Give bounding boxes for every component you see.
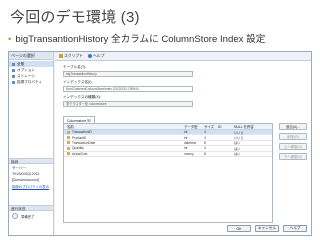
toolbar: スクリプト ヘルプ [55, 52, 311, 61]
connection-section: 接続 サーバー: YKUNO\SQL2012 [Domain\Account] … [9, 158, 53, 190]
move-up-button[interactable]: 上へ移動(U) [279, 143, 307, 150]
script-icon [59, 54, 63, 58]
move-down-button[interactable]: 下へ移動(D) [279, 153, 307, 160]
index-type-field: 非クラスター化 columnstore [63, 101, 193, 107]
progress-status: 準備完了 [9, 211, 53, 221]
column-key-icon [67, 141, 70, 145]
progress-section: 進行状況 準備完了 [9, 205, 53, 221]
slide-title: 今回のデモ環境 (3) [10, 9, 140, 26]
table-name-field: bigTransactionHistory [63, 71, 193, 77]
script-button[interactable]: スクリプト [59, 54, 83, 59]
page-icon [12, 80, 15, 84]
col-header-id: ID [218, 124, 222, 129]
column-key-icon [67, 130, 70, 134]
column-key-icon [67, 136, 70, 140]
nav-item-extended-properties[interactable]: 拡張プロパティ [9, 79, 53, 85]
page-icon [12, 62, 15, 66]
bullet-text: bigTransantionHistory 全カラムに ColumnStore … [15, 34, 266, 45]
dialog-buttons: OK キャンセル ヘルプ [227, 225, 307, 232]
column-action-buttons: 追加(A)... 削除(R) 上へ移動(U) 下へ移動(D) [279, 123, 307, 160]
page-selector-header: ページの選択 [9, 52, 53, 60]
col-header-size: サイズ [204, 125, 215, 129]
index-type-label: インデックスの種類(X): [63, 95, 102, 99]
table-row[interactable]: ActualCost money 8 はい [64, 152, 272, 157]
column-key-icon [67, 146, 70, 150]
bullet-dot: • [8, 34, 12, 45]
general-page: スクリプト ヘルプ テーブル名(T): bigTransactionHistor… [55, 52, 311, 235]
page-nav: 全般 オプション ストレージ 拡張プロパティ [9, 61, 53, 85]
col-header-nullable: NULL を許容 [234, 125, 254, 129]
index-properties-dialog: ページの選択 全般 オプション ストレージ 拡張プロパティ 接続 サーバー: Y… [8, 51, 312, 236]
server-label: サーバー: [12, 166, 27, 170]
index-name-field[interactable]: NonClusteredColumnStoreIndex-20120211-19… [63, 86, 193, 92]
columns-grid: 名前 データ型 サイズ ID NULL を許容 TransactionID in… [63, 123, 273, 223]
page-icon [12, 68, 15, 72]
remove-column-button[interactable]: 削除(R) [279, 133, 307, 140]
add-column-button[interactable]: 追加(A)... [279, 123, 307, 130]
help-toolbar-button[interactable]: ヘルプ [87, 54, 104, 59]
help-button[interactable]: ヘルプ [283, 225, 307, 232]
ok-button[interactable]: OK [227, 225, 251, 232]
progress-icon [12, 213, 18, 219]
bullet-line: • bigTransantionHistory 全カラムに ColumnStore… [8, 31, 312, 45]
col-header-type: データ型 [184, 125, 198, 129]
help-icon [87, 54, 92, 58]
cancel-button[interactable]: キャンセル [255, 225, 279, 232]
index-name-label: インデックス名(I): [63, 80, 93, 84]
col-header-name: 名前 [67, 125, 74, 129]
column-key-icon [67, 152, 70, 156]
page-selector-pane: ページの選択 全般 オプション ストレージ 拡張プロパティ 接続 サーバー: Y… [9, 52, 54, 235]
view-connection-properties-link[interactable]: 接続のプロパティの表示 [9, 183, 53, 190]
table-name-label: テーブル名(T): [63, 65, 87, 69]
page-icon [12, 74, 15, 78]
